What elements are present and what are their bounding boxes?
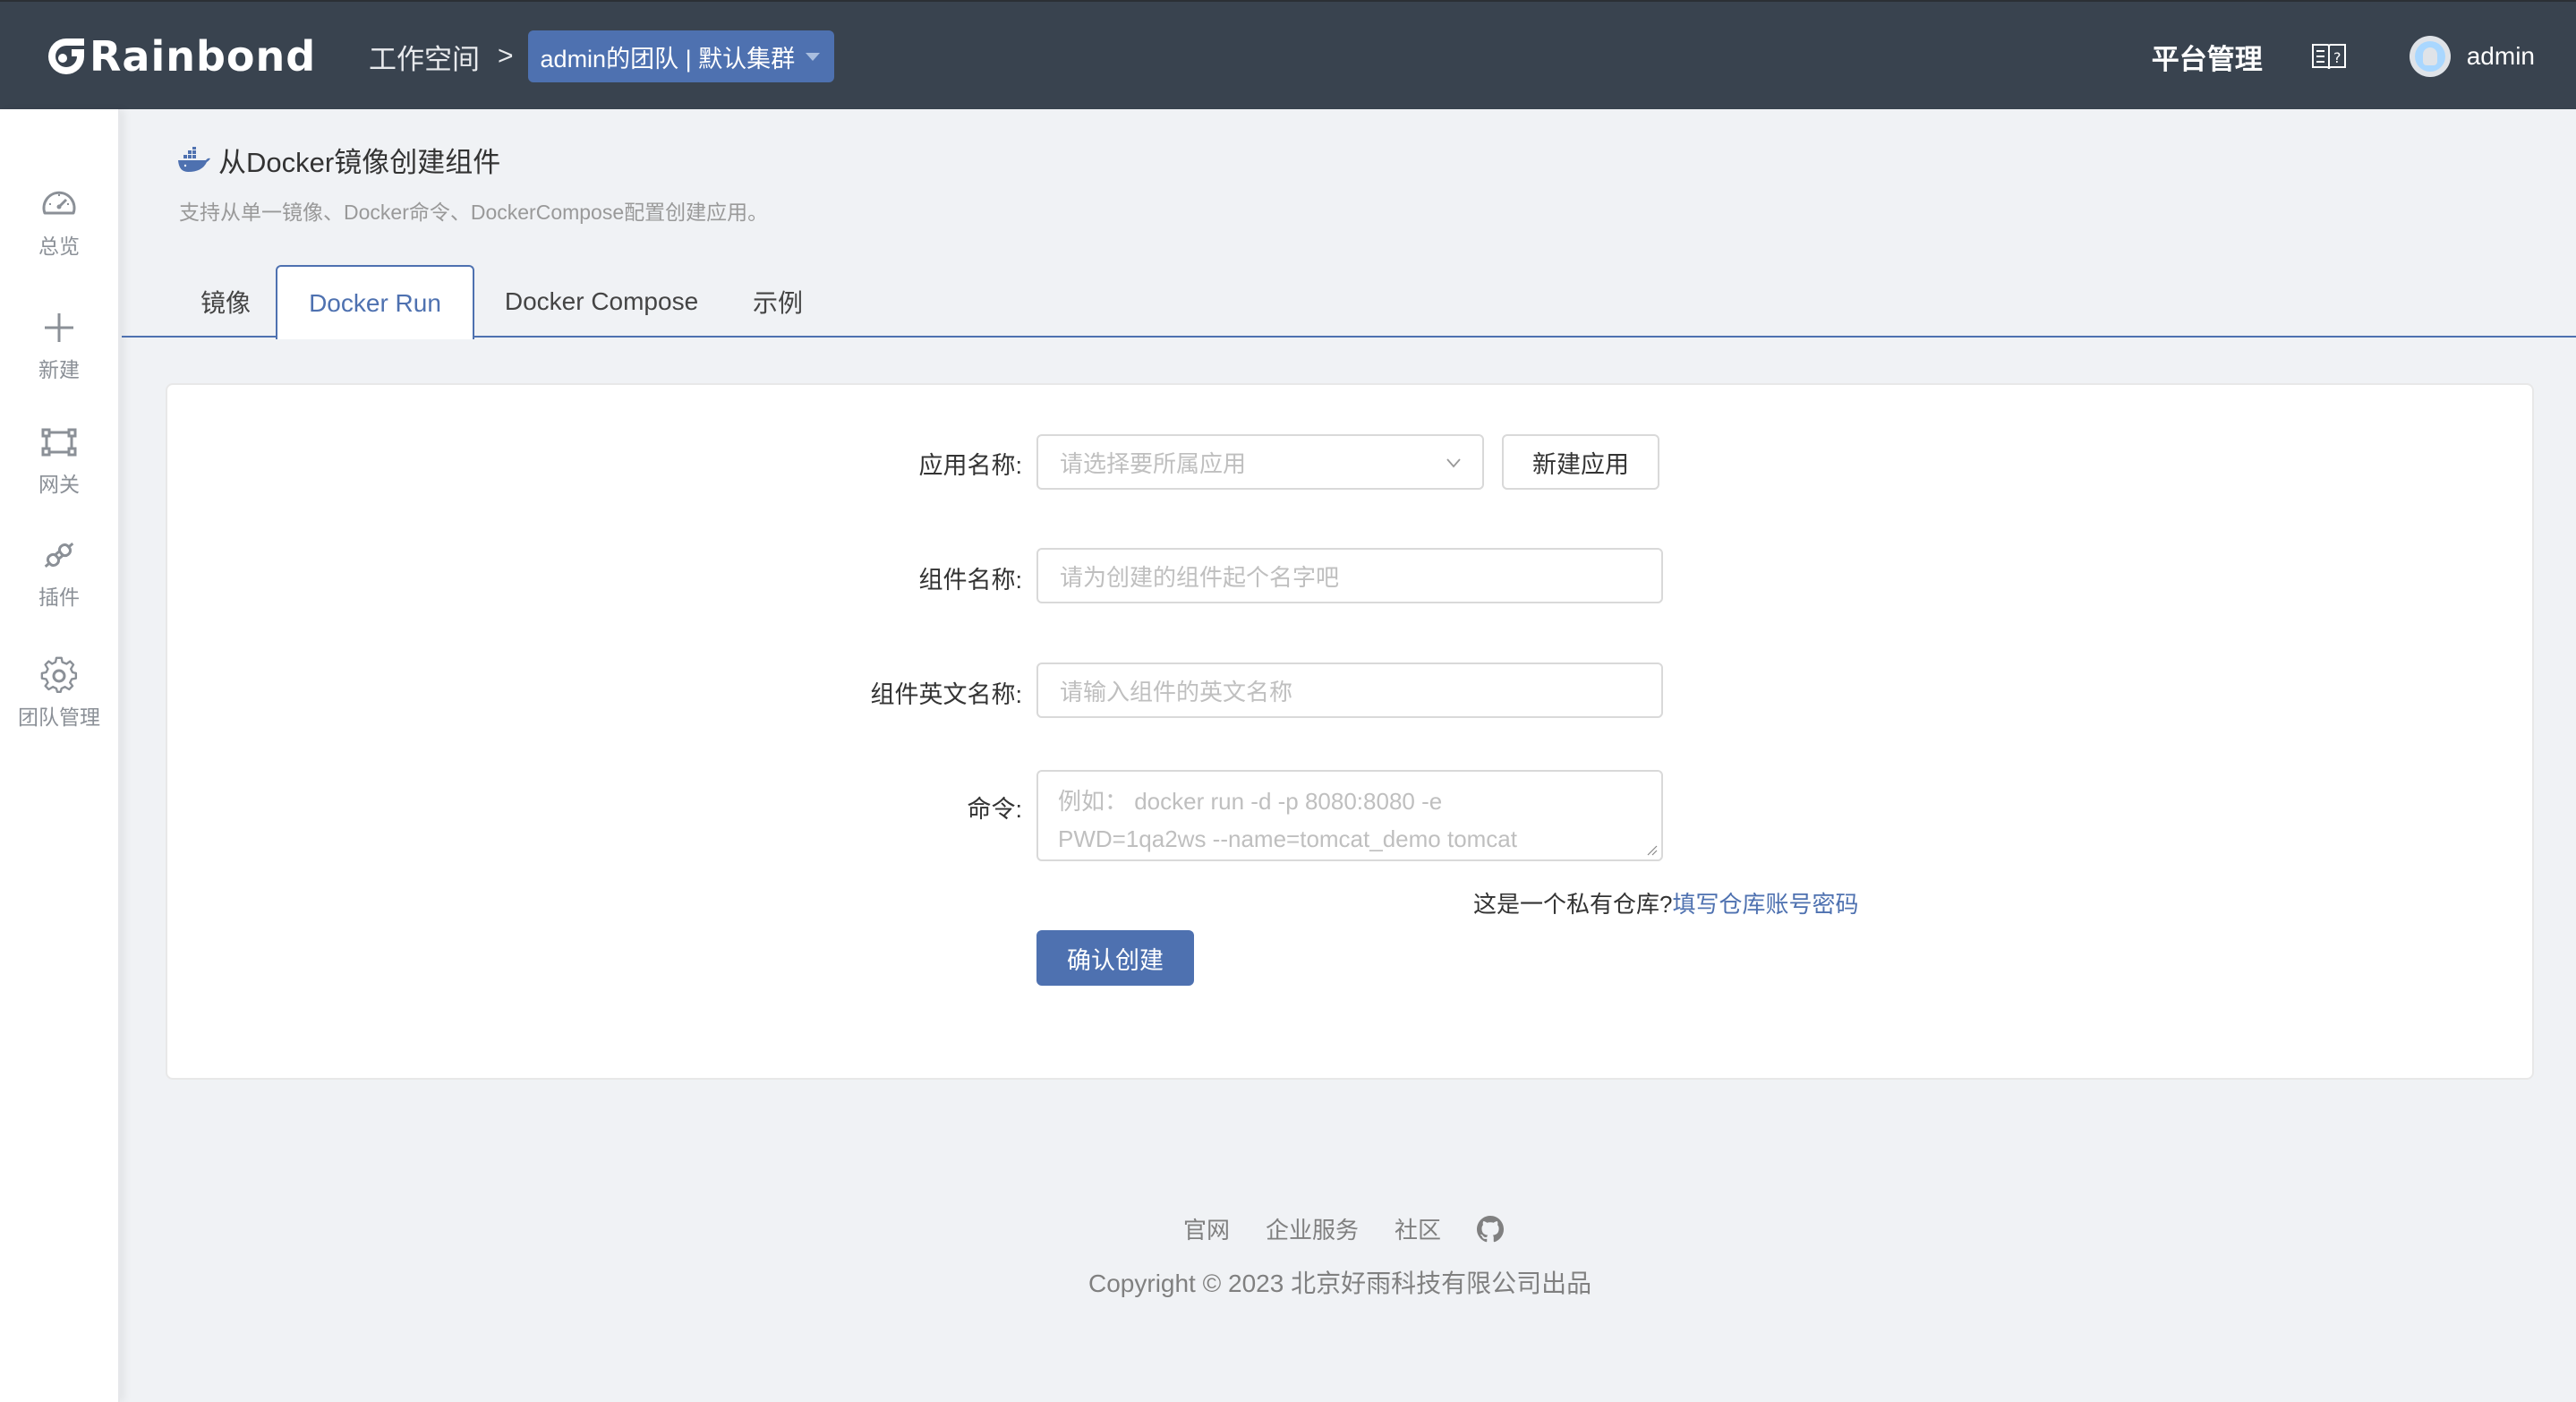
tab-examples[interactable]: 示例 [729, 265, 827, 338]
caret-down-icon [806, 52, 821, 61]
github-icon[interactable] [1477, 1215, 1505, 1243]
component-en-name-placeholder: 请输入组件的英文名称 [1060, 678, 1293, 705]
tab-docker-run[interactable]: Docker Run [276, 265, 474, 339]
sidebar-label-new: 新建 [38, 358, 80, 381]
top-header: Rainbond 工作空间 > admin的团队 | 默认集群 平台管理 ? a… [0, 0, 2576, 109]
sidebar-item-new[interactable]: 新建 [0, 308, 118, 383]
private-repo-credentials-link[interactable]: 填写仓库账号密码 [1672, 891, 1858, 918]
command-placeholder-line2: PWD=1qa2ws --name=tomcat_demo tomcat [1058, 825, 1517, 852]
app-name-label: 应用名称: [918, 452, 1022, 479]
component-name-placeholder: 请为创建的组件起个名字吧 [1060, 563, 1340, 591]
private-repo-question: 这是一个私有仓库? [1473, 891, 1673, 918]
page-header: 从Docker镜像创建组件 [177, 140, 500, 180]
footer-link-official-site[interactable]: 官网 [1183, 1212, 1230, 1245]
create-method-tabs: 镜像 Docker Run Docker Compose 示例 [122, 265, 2576, 339]
gear-icon [40, 656, 78, 694]
resize-handle-icon[interactable] [1645, 843, 1658, 856]
dashboard-icon [42, 191, 76, 215]
team-cluster-selector[interactable]: admin的团队 | 默认集群 [527, 30, 835, 82]
new-app-button[interactable]: 新建应用 [1502, 434, 1659, 490]
docs-book-icon[interactable]: ? [2311, 42, 2347, 71]
chevron-down-icon [1446, 458, 1461, 468]
rainbond-logo-icon [48, 38, 84, 74]
footer-links: 官网 企业服务 社区 [1183, 1212, 1505, 1245]
component-name-label: 组件名称: [918, 567, 1022, 594]
private-repo-hint: 这是一个私有仓库?填写仓库账号密码 [1473, 886, 1858, 919]
rainbond-logo[interactable]: Rainbond [47, 32, 317, 81]
footer-link-enterprise[interactable]: 企业服务 [1266, 1212, 1359, 1245]
tab-image[interactable]: 镜像 [172, 265, 279, 338]
tab-docker-compose[interactable]: Docker Compose [478, 265, 725, 338]
logo-text: Rainbond [90, 32, 317, 81]
team-cluster-label: admin的团队 | 默认集群 [540, 45, 796, 73]
app-name-select[interactable]: 请选择要所属应用 [1036, 434, 1484, 490]
sidebar-item-team-manage[interactable]: 团队管理 [0, 655, 118, 731]
component-en-name-label: 组件英文名称: [870, 681, 1022, 708]
footer-link-community[interactable]: 社区 [1395, 1212, 1441, 1245]
component-en-name-input[interactable]: 请输入组件的英文名称 [1036, 663, 1663, 718]
page-description: 支持从单一镜像、Docker命令、DockerCompose配置创建应用。 [179, 201, 769, 224]
page-title: 从Docker镜像创建组件 [218, 147, 501, 178]
command-label: 命令: [967, 796, 1022, 823]
sidebar-item-plugins[interactable]: 插件 [0, 535, 118, 611]
gateway-icon [41, 428, 77, 457]
user-name[interactable]: admin [2467, 42, 2535, 71]
sidebar-label-overview: 总览 [38, 235, 80, 258]
app-name-placeholder: 请选择要所属应用 [1060, 449, 1247, 477]
command-textarea[interactable]: 例如： docker run -d -p 8080:8080 -e PWD=1q… [1036, 770, 1663, 861]
plugin-icon [44, 542, 74, 568]
copyright-text: Copyright © 2023 北京好雨科技有限公司出品 [1088, 1269, 1592, 1297]
confirm-create-button[interactable]: 确认创建 [1036, 930, 1194, 986]
docker-icon [178, 146, 210, 172]
breadcrumb: 工作空间 > admin的团队 | 默认集群 [369, 30, 835, 82]
breadcrumb-workspace[interactable]: 工作空间 [369, 37, 480, 77]
component-name-input[interactable]: 请为创建的组件起个名字吧 [1036, 548, 1663, 603]
breadcrumb-separator: > [498, 41, 514, 71]
sidebar-item-overview[interactable]: 总览 [0, 184, 118, 260]
sidebar-label-plugins: 插件 [38, 586, 80, 609]
platform-manage-link[interactable]: 平台管理 [2152, 37, 2263, 77]
svg-text:?: ? [2333, 49, 2341, 66]
sidebar-item-gateway[interactable]: 网关 [0, 423, 118, 498]
header-right: 平台管理 ? admin [2152, 30, 2535, 82]
sidebar-label-gateway: 网关 [38, 473, 80, 496]
sidebar: 总览 新建 网关 插件 团队管理 [0, 109, 120, 1402]
user-avatar[interactable] [2409, 36, 2451, 77]
plus-icon [45, 313, 73, 342]
command-placeholder-line1: 例如： docker run -d -p 8080:8080 -e [1058, 788, 1443, 815]
sidebar-label-team-manage: 团队管理 [18, 705, 100, 729]
